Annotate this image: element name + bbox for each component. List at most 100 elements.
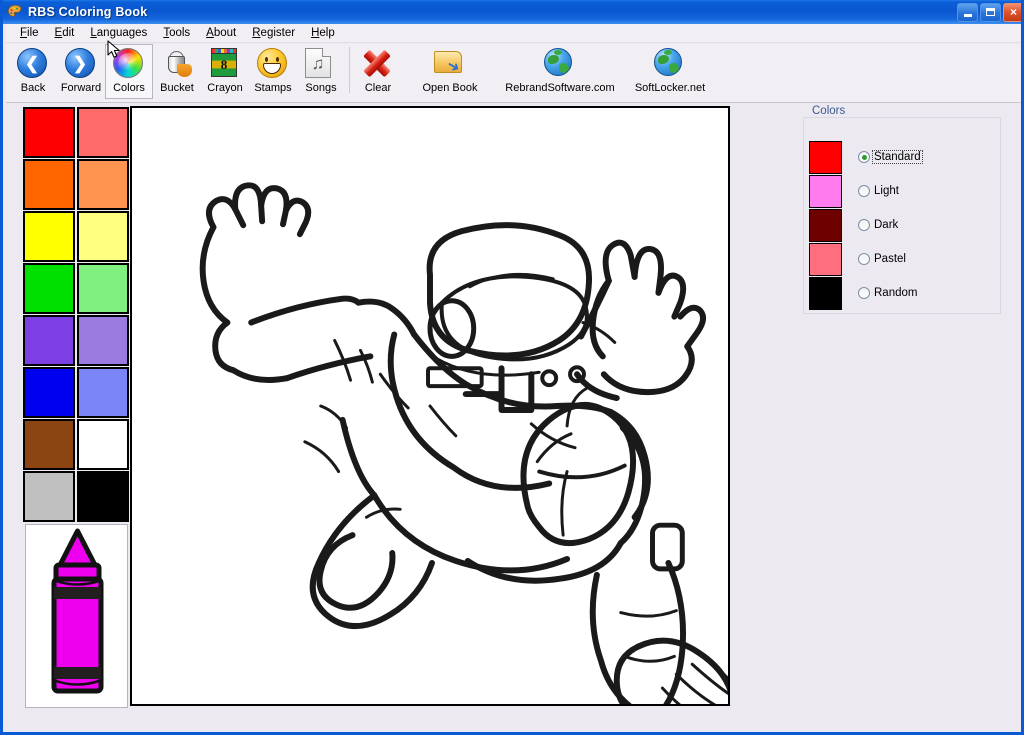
colors-options-list: Standard Light Dark Pastel Random bbox=[809, 140, 999, 310]
toolbar-button-softlocker[interactable]: SoftLocker.net bbox=[622, 44, 718, 99]
palette-swatch-yellow[interactable] bbox=[23, 211, 75, 262]
toolbar-button-open-book[interactable]: ➜ Open Book bbox=[402, 44, 498, 99]
radio-wrap-dark[interactable]: Dark bbox=[858, 219, 899, 231]
color-option-standard[interactable]: Standard bbox=[809, 140, 999, 174]
radio-light[interactable] bbox=[858, 185, 870, 197]
toolbar-label-rebrandsoftware: RebrandSoftware.com bbox=[505, 82, 615, 94]
menu-item-register-rest: egister bbox=[260, 27, 296, 39]
open-folder-icon: ➜ bbox=[434, 48, 466, 80]
menu-item-languages[interactable]: Languages bbox=[82, 25, 155, 41]
radio-dot-standard bbox=[861, 154, 867, 160]
menu-item-languages-rest: anguages bbox=[96, 27, 148, 39]
music-note-icon: ♫ bbox=[305, 48, 337, 80]
toolbar-label-stamps: Stamps bbox=[254, 82, 292, 94]
toolbar-label-bucket: Bucket bbox=[160, 82, 194, 94]
forward-arrow-icon: ❯ bbox=[65, 48, 97, 80]
toolbar-label-forward: Forward bbox=[60, 82, 102, 94]
color-option-light[interactable]: Light bbox=[809, 174, 999, 208]
close-button[interactable]: × bbox=[1003, 2, 1021, 22]
toolbar-button-clear[interactable]: Clear bbox=[354, 44, 402, 99]
toolbar-button-crayon[interactable]: 8 Crayon bbox=[201, 44, 249, 99]
menu-item-edit[interactable]: Edit bbox=[47, 25, 83, 41]
minimize-button[interactable] bbox=[957, 2, 978, 22]
globe-icon bbox=[654, 48, 686, 80]
color-option-dark[interactable]: Dark bbox=[809, 208, 999, 242]
palette-swatch-black[interactable] bbox=[77, 471, 129, 522]
crayon-preview bbox=[25, 524, 128, 708]
colors-groupbox-title: Colors bbox=[809, 105, 849, 117]
palette-swatch-gray[interactable] bbox=[23, 471, 75, 522]
palette-swatch-blue[interactable] bbox=[23, 367, 75, 418]
palette-swatch-light-orange[interactable] bbox=[77, 159, 129, 210]
radio-wrap-pastel[interactable]: Pastel bbox=[858, 253, 907, 265]
radio-label-light: Light bbox=[874, 185, 899, 197]
color-swatch-random[interactable] bbox=[809, 276, 842, 310]
menu-item-tools[interactable]: Tools bbox=[155, 25, 198, 41]
crayon-box-icon: 8 bbox=[209, 48, 241, 80]
toolbar-label-songs: Songs bbox=[305, 82, 337, 94]
maximize-button[interactable] bbox=[980, 2, 1001, 22]
radio-wrap-standard[interactable]: Standard bbox=[858, 150, 923, 164]
toolbar-button-back[interactable]: ❮ Back bbox=[9, 44, 57, 99]
radio-label-dark: Dark bbox=[874, 219, 899, 231]
menu-item-file-rest: ile bbox=[27, 27, 39, 39]
color-palette bbox=[23, 107, 130, 522]
coloring-canvas[interactable] bbox=[130, 106, 730, 706]
astronaut-coloring-page bbox=[132, 108, 728, 704]
color-swatch-standard[interactable] bbox=[809, 140, 842, 174]
color-option-random[interactable]: Random bbox=[809, 276, 999, 310]
toolbar-button-forward[interactable]: ❯ Forward bbox=[57, 44, 105, 99]
menu-item-edit-rest: dit bbox=[62, 27, 75, 39]
toolbar-label-softlocker: SoftLocker.net bbox=[634, 82, 706, 94]
radio-standard[interactable] bbox=[858, 151, 870, 163]
title-bar[interactable]: RBS Coloring Book × bbox=[3, 0, 1021, 24]
radio-label-standard: Standard bbox=[872, 150, 923, 164]
toolbar-label-clear: Clear bbox=[364, 82, 392, 94]
red-x-icon bbox=[362, 48, 394, 80]
palette-swatch-light-red[interactable] bbox=[77, 107, 129, 158]
palette-icon bbox=[7, 4, 23, 20]
close-icon: × bbox=[1009, 5, 1017, 19]
toolbar-label-back: Back bbox=[20, 82, 46, 94]
maximize-icon bbox=[986, 8, 995, 16]
minimize-icon bbox=[963, 13, 972, 17]
radio-label-pastel: Pastel bbox=[874, 253, 906, 265]
radio-pastel[interactable] bbox=[858, 253, 870, 265]
toolbar-button-bucket[interactable]: Bucket bbox=[153, 44, 201, 99]
color-swatch-light[interactable] bbox=[809, 174, 842, 208]
toolbar-button-stamps[interactable]: Stamps bbox=[249, 44, 297, 99]
palette-swatch-white[interactable] bbox=[77, 419, 129, 470]
color-swatch-dark[interactable] bbox=[809, 208, 842, 242]
menu-item-register[interactable]: Register bbox=[244, 25, 303, 41]
color-swatch-pastel[interactable] bbox=[809, 242, 842, 276]
menu-item-help-rest: elp bbox=[319, 27, 335, 39]
toolbar-button-colors[interactable]: Colors bbox=[105, 44, 153, 99]
toolbar-button-rebrandsoftware[interactable]: RebrandSoftware.com bbox=[498, 44, 622, 99]
menu-item-about-rest: bout bbox=[213, 27, 237, 39]
palette-swatch-green[interactable] bbox=[23, 263, 75, 314]
menu-bar: File Edit Languages Tools About Register… bbox=[6, 24, 1021, 43]
palette-swatch-light-green[interactable] bbox=[77, 263, 129, 314]
radio-random[interactable] bbox=[858, 287, 870, 299]
palette-swatch-red[interactable] bbox=[23, 107, 75, 158]
color-option-pastel[interactable]: Pastel bbox=[809, 242, 999, 276]
toolbar-label-crayon: Crayon bbox=[207, 82, 243, 94]
palette-swatch-purple[interactable] bbox=[23, 315, 75, 366]
toolbar-separator bbox=[349, 47, 350, 93]
window-buttons: × bbox=[957, 2, 1021, 22]
palette-swatch-orange[interactable] bbox=[23, 159, 75, 210]
toolbar-label-colors: Colors bbox=[113, 82, 145, 94]
radio-dark[interactable] bbox=[858, 219, 870, 231]
back-arrow-icon: ❮ bbox=[17, 48, 49, 80]
color-wheel-icon bbox=[113, 48, 145, 80]
toolbar-button-songs[interactable]: ♫ Songs bbox=[297, 44, 345, 99]
menu-item-file[interactable]: File bbox=[12, 25, 47, 41]
palette-swatch-brown[interactable] bbox=[23, 419, 75, 470]
palette-swatch-light-blue[interactable] bbox=[77, 367, 129, 418]
radio-wrap-random[interactable]: Random bbox=[858, 287, 918, 299]
radio-wrap-light[interactable]: Light bbox=[858, 185, 900, 197]
palette-swatch-light-yellow[interactable] bbox=[77, 211, 129, 262]
palette-swatch-light-purple[interactable] bbox=[77, 315, 129, 366]
menu-item-help[interactable]: Help bbox=[303, 25, 343, 41]
menu-item-about[interactable]: About bbox=[198, 25, 244, 41]
